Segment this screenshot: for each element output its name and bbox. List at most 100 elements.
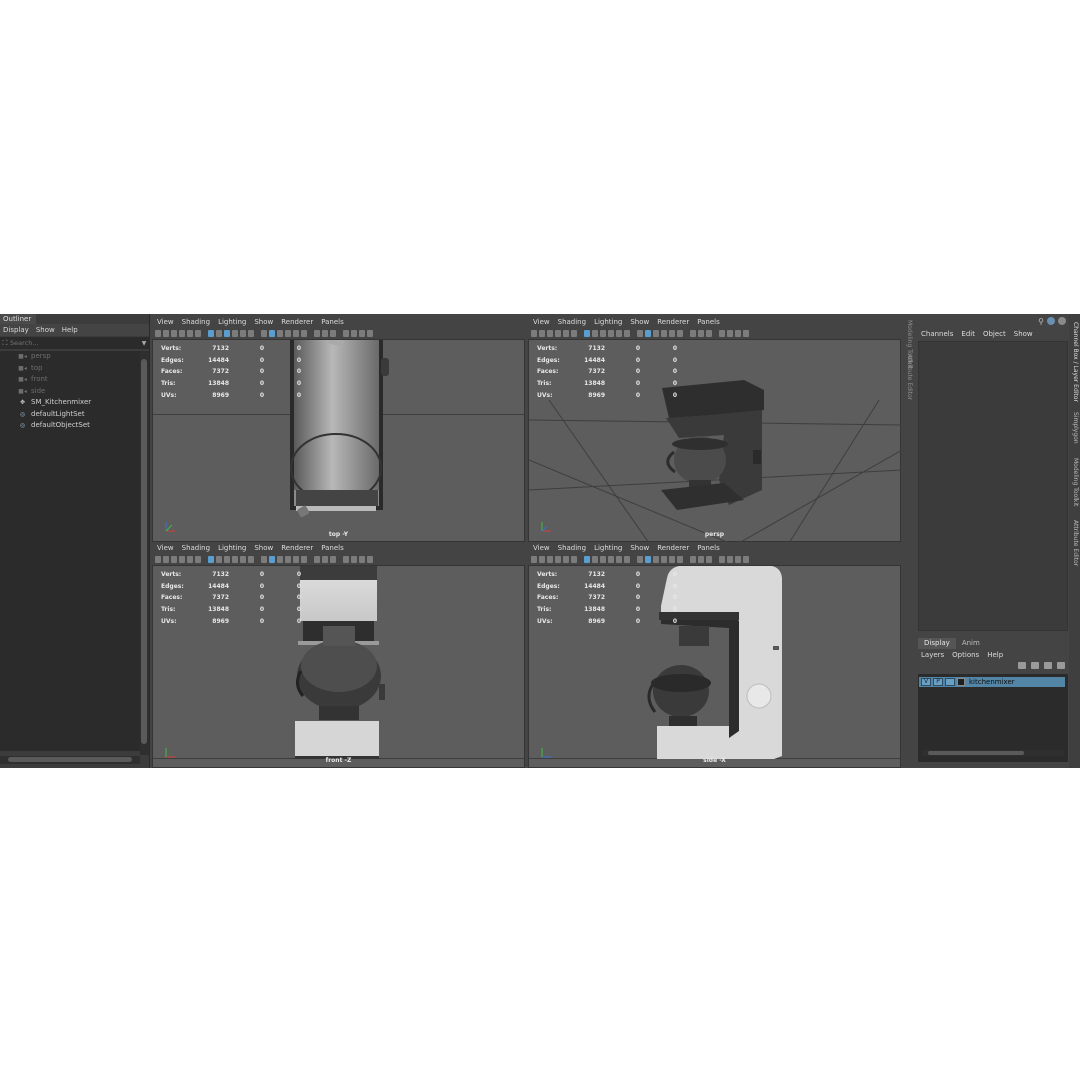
select-camera-icon[interactable] [531,330,537,337]
default-material-icon[interactable] [277,330,283,337]
layer-color-swatch[interactable] [957,678,965,686]
menu-view[interactable]: View [157,317,174,328]
menu-panels[interactable]: Panels [321,543,344,554]
menu-view[interactable]: View [533,317,550,328]
menu-show[interactable]: Show [254,317,273,328]
xray-joints-icon[interactable] [727,556,733,563]
menu-shading[interactable]: Shading [558,317,586,328]
xray-active-icon[interactable] [735,556,741,563]
outliner-menu-help[interactable]: Help [62,324,78,336]
image-plane-icon[interactable] [179,330,185,337]
layer-playback-toggle[interactable]: P [933,678,943,686]
viewport-top[interactable]: View Shading Lighting Show Renderer Pane… [152,317,525,542]
xray-active-icon[interactable] [359,556,365,563]
outliner-item-front[interactable]: ■◂ front [0,374,140,386]
viewport-persp[interactable]: View Shading Lighting Show Renderer Pane… [528,317,901,542]
default-material-icon[interactable] [277,556,283,563]
wireframe-icon[interactable] [261,556,267,563]
pencil-icon[interactable] [563,330,569,337]
menu-renderer[interactable]: Renderer [657,543,689,554]
camera-attributes-icon[interactable] [163,556,169,563]
select-camera-icon[interactable] [155,330,161,337]
outliner-item-defaultlightset[interactable]: ◎ defaultLightSet [0,409,140,421]
menu-show[interactable]: Show [630,317,649,328]
camera-attributes-icon[interactable] [163,330,169,337]
layer-horizontal-scrollbar[interactable] [922,750,1064,756]
viewport-canvas[interactable]: Verts: 7132 0 0 Edges: 14484 0 0 Faces: 7372 0 0 … [528,565,901,768]
menu-renderer[interactable]: Renderer [281,317,313,328]
xray-joints-icon[interactable] [351,330,357,337]
lights-icon[interactable] [293,556,299,563]
shadows-icon[interactable] [301,556,307,563]
menu-renderer[interactable]: Renderer [281,543,313,554]
pencil-icon[interactable] [187,330,193,337]
menu-panels[interactable]: Panels [321,317,344,328]
outliner-item-defaultobjectset[interactable]: ◎ defaultObjectSet [0,420,140,432]
camera-attributes-icon[interactable] [539,556,545,563]
pencil-icon[interactable] [563,556,569,563]
menu-help[interactable]: Help [987,650,1003,661]
new-empty-layer-icon[interactable] [1044,662,1052,669]
film-gate-icon[interactable] [592,330,598,337]
viewport-canvas[interactable]: Verts: 7132 0 0 Edges: 14484 0 0 Faces: 7372 0 0 … [528,339,901,542]
xray-active-icon[interactable] [735,330,741,337]
menu-lighting[interactable]: Lighting [218,317,246,328]
isolate-select-icon[interactable] [719,330,725,337]
shadows-icon[interactable] [677,556,683,563]
textured-icon[interactable] [285,556,291,563]
outliner-search-input[interactable] [10,338,139,348]
antialiasing-icon[interactable] [322,556,328,563]
resolution-gate-icon[interactable] [600,330,606,337]
menu-panels[interactable]: Panels [697,317,720,328]
camera-attributes-icon[interactable] [539,330,545,337]
outliner-item-side[interactable]: ■◂ side [0,386,140,398]
safe-action-icon[interactable] [248,330,254,337]
new-layer-from-selection-icon[interactable] [1057,662,1065,669]
menu-show[interactable]: Show [1014,328,1033,340]
channel-box-icon[interactable] [1058,317,1066,325]
bookmark-icon[interactable] [547,330,553,337]
smooth-shade-icon[interactable] [269,330,275,337]
bookmark-icon[interactable] [171,556,177,563]
menu-view[interactable]: View [157,543,174,554]
smooth-shade-icon[interactable] [645,556,651,563]
smooth-shade-icon[interactable] [645,330,651,337]
outliner-tab[interactable]: Outliner [0,314,36,324]
default-material-icon[interactable] [653,556,659,563]
safe-action-icon[interactable] [624,330,630,337]
menu-shading[interactable]: Shading [182,543,210,554]
image-plane-icon[interactable] [555,330,561,337]
image-plane-icon[interactable] [179,556,185,563]
textured-icon[interactable] [285,330,291,337]
outliner-menu-show[interactable]: Show [36,324,55,336]
menu-show[interactable]: Show [254,543,273,554]
panel-settings-icon[interactable] [743,556,749,563]
tab-attribute-editor[interactable]: Attribute Editor [1072,520,1079,566]
bookmark-icon[interactable] [547,556,553,563]
viewport-canvas[interactable]: Verts: 7132 0 0 Edges: 14484 0 0 Faces: 7372 0 0 … [152,565,525,768]
layer-row-kitchenmixer[interactable]: V P kitchenmixer [919,677,1065,687]
outliner-item-persp[interactable]: ■◂ persp [0,351,140,363]
menu-edit[interactable]: Edit [961,328,975,340]
menu-panels[interactable]: Panels [697,543,720,554]
smooth-shade-icon[interactable] [269,556,275,563]
outliner-horizontal-scrollbar[interactable] [0,756,140,764]
xray-icon[interactable] [330,330,336,337]
scrollbar-thumb[interactable] [8,757,132,762]
grid-icon[interactable] [208,556,214,563]
isolate-select-icon[interactable] [719,556,725,563]
outliner-item-top[interactable]: ■◂ top [0,363,140,375]
chevron-down-icon[interactable]: ▼ [139,340,149,347]
attribute-editor-icon[interactable] [1047,317,1055,325]
tab-display[interactable]: Display [918,638,956,649]
outliner-menu-display[interactable]: Display [3,324,29,336]
shadows-icon[interactable] [677,330,683,337]
isolate-select-icon[interactable] [343,556,349,563]
viewport-side[interactable]: View Shading Lighting Show Renderer Pane… [528,543,901,768]
xray-icon[interactable] [706,556,712,563]
gate-mask-icon[interactable] [232,330,238,337]
tab-modeling-toolkit[interactable]: Modeling Toolkit [1072,458,1079,506]
layer-visibility-toggle[interactable]: V [921,678,931,686]
menu-layers[interactable]: Layers [921,650,944,661]
grid-icon[interactable] [208,330,214,337]
